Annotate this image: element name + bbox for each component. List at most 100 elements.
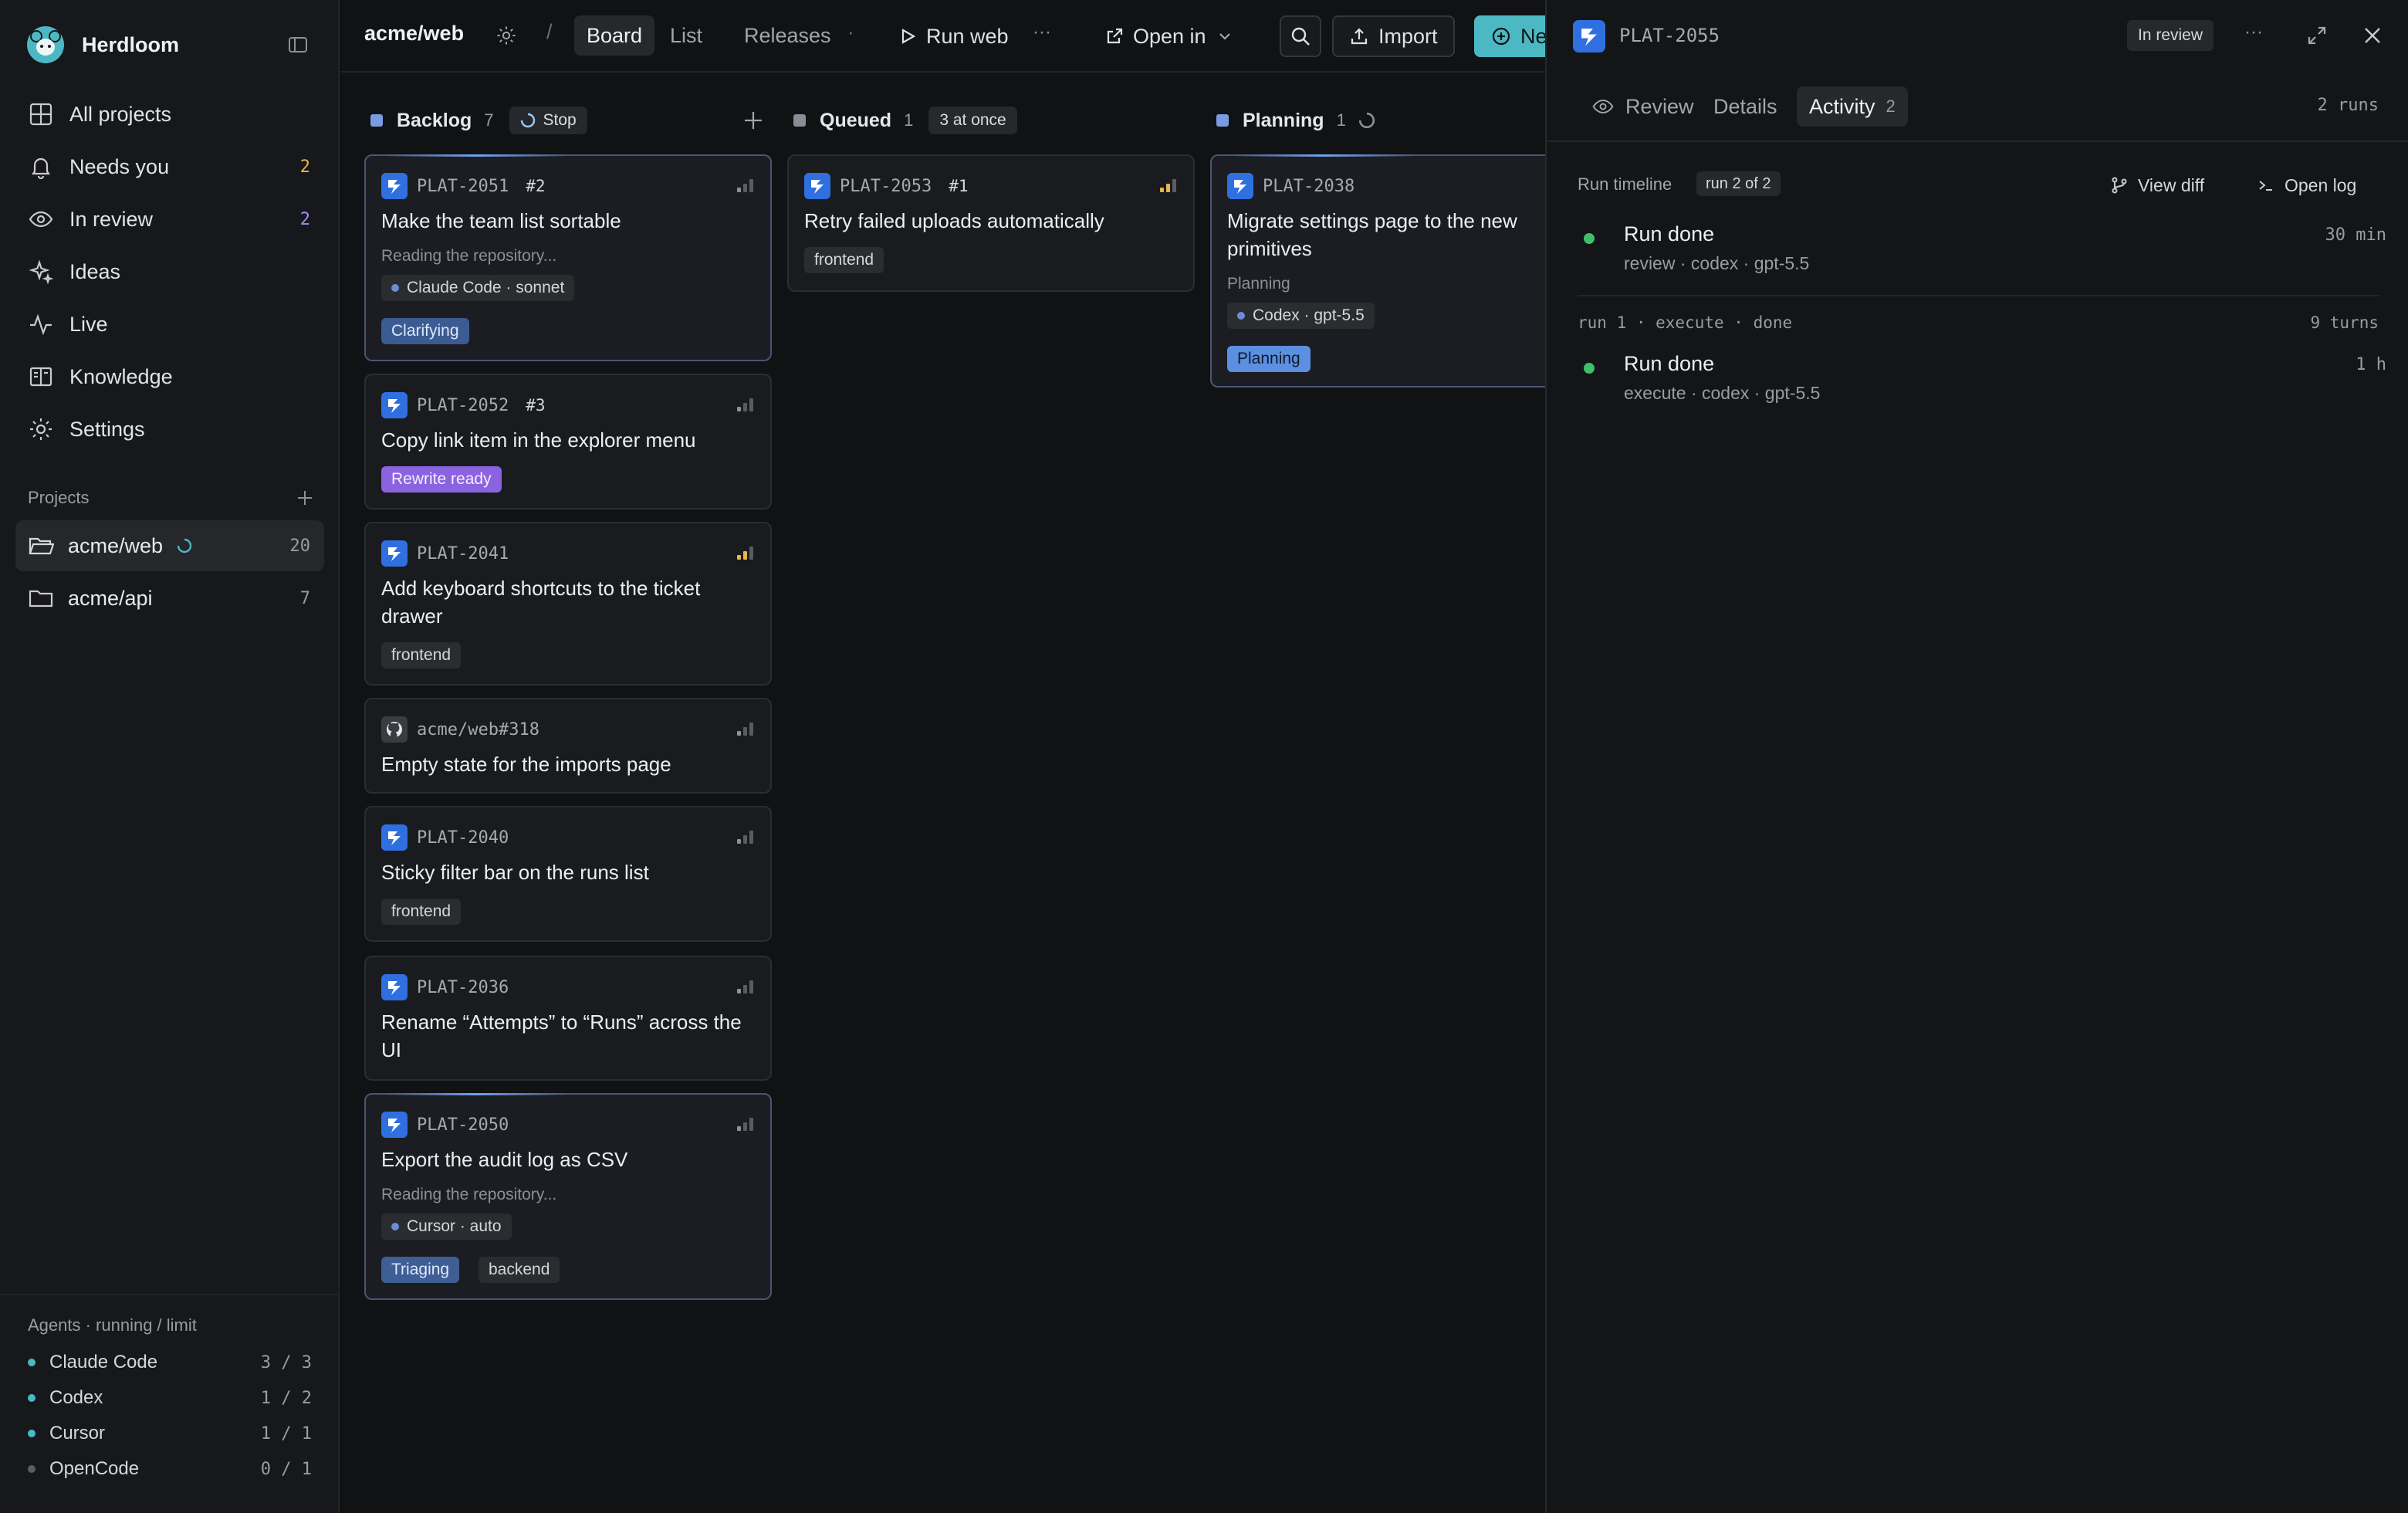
ticket-card[interactable]: PLAT-2052 #3 Copy link item in the explo… xyxy=(364,374,772,509)
ticket-id-row: PLAT-2036 xyxy=(381,973,509,1002)
sidebar-item-in-review[interactable]: In review 2 xyxy=(15,193,324,245)
status-tag: Triaging xyxy=(381,1257,460,1283)
sidebar-item-live[interactable]: Live xyxy=(15,298,324,350)
project-item-acme-web[interactable]: acme/web 20 xyxy=(15,520,324,571)
jira-icon xyxy=(1227,173,1253,199)
agent-status-dot xyxy=(28,1359,36,1366)
run-item[interactable]: Run done execute · codex · gpt-5.5 1 h xyxy=(1584,352,2386,406)
column-color-swatch xyxy=(1216,114,1229,127)
tab-board[interactable]: Board xyxy=(574,15,655,56)
import-label: Import xyxy=(1378,24,1438,48)
sidebar-item-knowledge[interactable]: Knowledge xyxy=(15,350,324,403)
run-web-button[interactable]: Run web xyxy=(891,15,1016,57)
ticket-card[interactable]: acme/web#318 Empty state for the imports… xyxy=(364,698,772,794)
ticket-card[interactable]: PLAT-2053 #1 Retry failed uploads automa… xyxy=(787,154,1195,292)
status-tag: Clarifying xyxy=(381,318,469,344)
sidebar-item-settings[interactable]: Settings xyxy=(15,403,324,455)
expand-icon[interactable] xyxy=(2306,25,2328,46)
tab-releases[interactable]: Releases xyxy=(732,15,844,56)
github-icon xyxy=(381,716,408,743)
run-item[interactable]: Run done review · codex · gpt-5.5 30 min xyxy=(1584,222,2386,276)
sidebar-item-needs-you[interactable]: Needs you 2 xyxy=(15,140,324,193)
queue-position: #1 xyxy=(949,177,969,195)
terminal-icon xyxy=(2257,176,2275,195)
ticket-card[interactable]: PLAT-2041 Add keyboard shortcuts to the … xyxy=(364,522,772,685)
active-run-glow xyxy=(384,1093,570,1095)
folder-icon xyxy=(28,585,54,611)
sidebar: Herdloom All projects Needs you 2 In rev… xyxy=(0,0,340,1513)
drawer-more-icon[interactable]: ··· xyxy=(2244,22,2263,43)
new-ticket-button[interactable]: Ne xyxy=(1474,15,1547,57)
ticket-id: PLAT-2051 xyxy=(417,176,509,196)
column-header-backlog: Backlog 7 Stop xyxy=(370,105,587,136)
agent-row-opencode[interactable]: OpenCode 0 / 1 xyxy=(28,1451,312,1487)
agent-chip: Claude Code · sonnet xyxy=(381,275,575,301)
queue-position: #2 xyxy=(526,177,546,195)
agent-chip-label: Claude Code · sonnet xyxy=(407,279,565,296)
agent-row-cursor[interactable]: Cursor 1 / 1 xyxy=(28,1416,312,1451)
brand[interactable]: Herdloom xyxy=(25,23,179,66)
close-icon[interactable] xyxy=(2362,25,2383,46)
open-log-button[interactable]: Open log xyxy=(2257,170,2356,201)
run-title: Run done xyxy=(1624,222,1715,245)
runs-count: 2 runs xyxy=(2317,96,2379,115)
sidebar-item-label: In review xyxy=(69,207,154,231)
ticket-id: PLAT-2053 xyxy=(840,176,932,196)
git-branch-icon xyxy=(2110,176,2129,195)
add-card-icon[interactable] xyxy=(742,110,764,131)
label-tag: frontend xyxy=(381,899,462,925)
tab-label: Activity xyxy=(1809,94,1875,118)
status-badge[interactable]: In review xyxy=(2127,20,2214,51)
column-count: 1 xyxy=(1336,110,1346,130)
concurrency-badge: 3 at once xyxy=(928,107,1017,134)
priority-low-icon xyxy=(736,1116,755,1132)
sidebar-item-all-projects[interactable]: All projects xyxy=(15,88,324,140)
ticket-id-row: PLAT-2040 xyxy=(381,823,509,852)
column-name: Planning xyxy=(1243,109,1324,131)
bell-icon xyxy=(28,154,54,180)
priority-low-icon xyxy=(736,721,755,736)
sidebar-toggle-icon[interactable] xyxy=(287,34,309,56)
ticket-id-row: PLAT-2038 xyxy=(1227,171,1354,201)
project-name: acme/api xyxy=(68,586,153,610)
sidebar-item-ideas[interactable]: Ideas xyxy=(15,245,324,298)
tab-details[interactable]: Details xyxy=(1701,86,1790,127)
jira-icon xyxy=(381,392,408,418)
priority-low-icon xyxy=(736,979,755,994)
import-button[interactable]: Import xyxy=(1332,15,1455,57)
upload-icon xyxy=(1349,26,1369,46)
ticket-id: PLAT-2038 xyxy=(1263,176,1355,196)
column-name: Queued xyxy=(820,109,892,131)
agent-row-codex[interactable]: Codex 1 / 2 xyxy=(28,1380,312,1416)
folder-open-icon xyxy=(28,533,54,559)
add-project-icon[interactable] xyxy=(295,488,315,508)
tab-list[interactable]: List xyxy=(658,15,715,56)
ticket-id-row: PLAT-2053 #1 xyxy=(804,171,969,201)
ticket-title: Sticky filter bar on the runs list xyxy=(381,861,649,884)
more-options-icon[interactable]: ··· xyxy=(1033,22,1051,43)
ticket-card[interactable]: PLAT-2036 Rename “Attempts” to “Runs” ac… xyxy=(364,956,772,1081)
external-link-icon xyxy=(1105,27,1124,46)
sidebar-item-label: Ideas xyxy=(69,259,121,283)
ticket-id-row: PLAT-2050 xyxy=(381,1110,509,1139)
project-breadcrumb[interactable]: acme/web xyxy=(364,22,464,46)
tab-activity[interactable]: Activity 2 xyxy=(1797,86,1908,127)
ticket-title: Empty state for the imports page xyxy=(381,753,671,776)
ticket-title: Retry failed uploads automatically xyxy=(804,209,1104,232)
view-diff-button[interactable]: View diff xyxy=(2110,170,2204,201)
search-button[interactable] xyxy=(1280,15,1321,57)
jira-icon xyxy=(381,1112,408,1138)
projects-section-title: Projects xyxy=(28,488,90,507)
ticket-card[interactable]: PLAT-2040 Sticky filter bar on the runs … xyxy=(364,806,772,942)
ticket-card[interactable]: PLAT-2050 Export the audit log as CSV Re… xyxy=(364,1093,772,1300)
agent-row-claude-code[interactable]: Claude Code 3 / 3 xyxy=(28,1345,312,1380)
project-item-acme-api[interactable]: acme/api 7 xyxy=(15,573,324,624)
ticket-card[interactable]: PLAT-2051 #2 Make the team list sortable… xyxy=(364,154,772,361)
agent-usage: 0 / 1 xyxy=(260,1459,312,1479)
run-group-turns: 9 turns xyxy=(2310,313,2379,332)
project-settings-icon[interactable] xyxy=(495,25,517,46)
stop-button[interactable]: Stop xyxy=(509,107,587,134)
open-in-button[interactable]: Open in xyxy=(1097,15,1240,57)
tab-review[interactable]: Review xyxy=(1579,86,1706,127)
column-header-queued: Queued 1 3 at once xyxy=(793,105,1017,136)
